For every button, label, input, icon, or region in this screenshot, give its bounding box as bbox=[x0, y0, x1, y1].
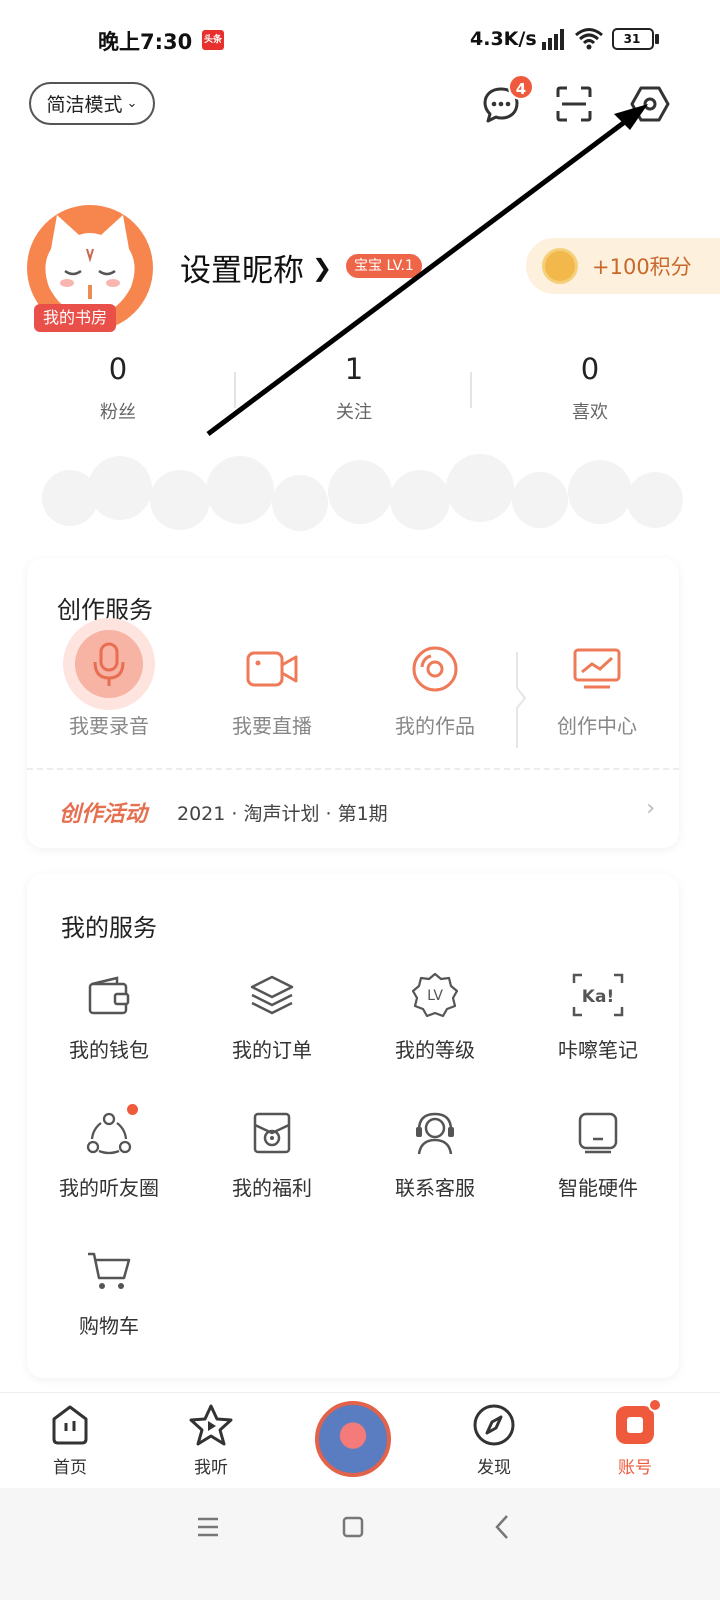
home-square-icon[interactable] bbox=[342, 1516, 364, 1538]
orders-button[interactable]: 我的订单 bbox=[190, 964, 354, 1063]
activity-title: 创作活动 bbox=[59, 802, 148, 827]
nav-discover[interactable]: 发现 bbox=[444, 1403, 544, 1478]
ka-note-button[interactable]: Ka! 咔嚓笔记 bbox=[516, 964, 680, 1063]
activity-row[interactable]: 创作活动 2021 · 淘声计划 · 第1期 › bbox=[27, 772, 679, 848]
notification-dot bbox=[648, 1398, 662, 1412]
customer-service-button[interactable]: 联系客服 bbox=[353, 1102, 517, 1201]
dashed-divider bbox=[27, 768, 679, 770]
my-service-card: 我的服务 我的钱包 我的订单 LV 我的等级 Ka! 咔嚓笔记 我的听友圈 我的… bbox=[27, 874, 679, 1378]
create-service-card: 创作服务 我要录音 我要直播 我的作品 创作中心 创作活动 2021 · 淘声计… bbox=[27, 558, 679, 848]
benefits-button[interactable]: 我的福利 bbox=[190, 1102, 354, 1201]
level-button[interactable]: LV 我的等级 bbox=[353, 964, 517, 1063]
service-label: 我的听友圈 bbox=[59, 1176, 159, 1200]
svg-text:LV: LV bbox=[427, 988, 443, 1004]
service-label: 智能硬件 bbox=[558, 1176, 638, 1200]
nav-label: 首页 bbox=[53, 1458, 87, 1478]
service-label: 购物车 bbox=[79, 1314, 139, 1338]
live-stream-button[interactable]: 我要直播 bbox=[190, 638, 354, 739]
record-audio-button[interactable]: 我要录音 bbox=[27, 618, 191, 739]
service-label: 创作中心 bbox=[557, 714, 637, 738]
home-icon bbox=[52, 1405, 88, 1445]
video-camera-icon bbox=[190, 638, 354, 700]
nav-label: 账号 bbox=[618, 1458, 652, 1478]
nav-home[interactable]: 首页 bbox=[20, 1403, 120, 1478]
service-label: 我要直播 bbox=[232, 714, 312, 738]
service-label: 联系客服 bbox=[395, 1176, 475, 1200]
creation-center-button[interactable]: 创作中心 bbox=[515, 638, 679, 739]
shopping-cart-icon bbox=[27, 1240, 191, 1302]
nav-label: 发现 bbox=[477, 1458, 511, 1478]
service-label: 我的钱包 bbox=[69, 1038, 149, 1062]
microphone-icon bbox=[27, 618, 191, 710]
ka-note-icon: Ka! bbox=[516, 964, 680, 1026]
my-works-button[interactable]: 我的作品 bbox=[353, 638, 517, 739]
service-label: 我的福利 bbox=[232, 1176, 312, 1200]
notification-dot bbox=[127, 1104, 138, 1115]
compass-icon bbox=[473, 1404, 515, 1446]
speaker-device-icon bbox=[516, 1102, 680, 1164]
service-label: 我的作品 bbox=[395, 714, 475, 738]
system-nav-bar bbox=[0, 1488, 720, 1600]
friends-circle-icon bbox=[27, 1102, 191, 1164]
wallet-button[interactable]: 我的钱包 bbox=[27, 964, 191, 1063]
monitor-chart-icon bbox=[515, 638, 679, 700]
card-title: 我的服务 bbox=[61, 914, 157, 942]
center-play-button[interactable] bbox=[315, 1401, 391, 1477]
back-icon[interactable] bbox=[494, 1514, 510, 1540]
disc-icon bbox=[353, 638, 517, 700]
nav-account[interactable]: 账号 bbox=[585, 1403, 685, 1478]
gift-box-icon bbox=[190, 1102, 354, 1164]
nav-label: 我听 bbox=[194, 1458, 228, 1478]
star-play-icon bbox=[189, 1404, 233, 1446]
activity-text: 2021 · 淘声计划 · 第1期 bbox=[177, 803, 388, 825]
smart-hardware-button[interactable]: 智能硬件 bbox=[516, 1102, 680, 1201]
svg-text:Ka!: Ka! bbox=[582, 987, 614, 1007]
wallet-icon bbox=[27, 964, 191, 1026]
nav-listen[interactable]: 我听 bbox=[161, 1403, 261, 1478]
level-badge-icon: LV bbox=[353, 964, 517, 1026]
service-label: 我要录音 bbox=[69, 714, 149, 738]
headset-icon bbox=[353, 1102, 517, 1164]
menu-icon[interactable] bbox=[196, 1516, 220, 1538]
friends-circle-button[interactable]: 我的听友圈 bbox=[27, 1102, 191, 1201]
service-label: 我的等级 bbox=[395, 1038, 475, 1062]
shopping-cart-button[interactable]: 购物车 bbox=[27, 1240, 191, 1339]
service-label: 我的订单 bbox=[232, 1038, 312, 1062]
layers-icon bbox=[190, 964, 354, 1026]
service-label: 咔嚓笔记 bbox=[558, 1038, 638, 1062]
bottom-nav: 首页 我听 发现 账号 bbox=[0, 1392, 720, 1488]
chevron-right-icon: › bbox=[646, 796, 655, 821]
